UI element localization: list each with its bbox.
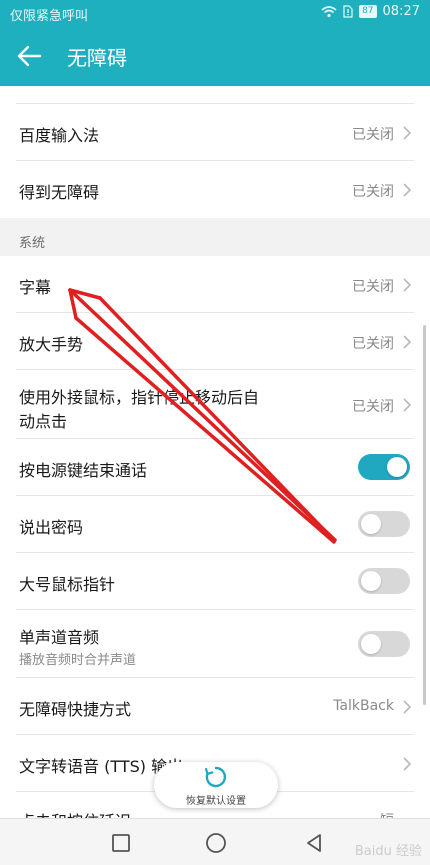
setting-label-line1: 使用外接鼠标，指针停止移动后自: [19, 388, 260, 407]
chevron-right-icon: [403, 700, 412, 714]
setting-status: 短: [380, 810, 394, 818]
setting-status: 已关闭: [352, 279, 394, 295]
toggle-knob: [387, 457, 407, 477]
setting-label: 按电源键结束通话: [19, 461, 148, 480]
setting-label: 字幕: [19, 278, 52, 297]
setting-label-line2: 动点击: [19, 412, 68, 431]
setting-label: 大号鼠标指针: [19, 575, 116, 594]
setting-magnify-gesture[interactable]: 放大手势 已关闭: [0, 313, 430, 370]
setting-power-end-call[interactable]: 按电源键结束通话: [0, 439, 430, 496]
list-top-edge: [0, 86, 430, 104]
setting-summary: 播放音频时合并声道: [19, 653, 137, 668]
setting-status: 已关闭: [352, 184, 394, 200]
chevron-right-icon: [403, 278, 412, 292]
setting-mouse-autoclick[interactable]: 使用外接鼠标，指针停止移动后自 动点击 已关闭: [0, 370, 430, 439]
setting-mono-audio[interactable]: 单声道音频 播放音频时合并声道: [0, 610, 430, 678]
toggle-switch-off[interactable]: [358, 511, 410, 537]
chevron-right-icon: [403, 398, 412, 412]
setting-status: 已关闭: [352, 336, 394, 352]
setting-label: 说出密码: [19, 518, 84, 537]
status-icons: 87 08:27: [321, 4, 420, 19]
section-title: 系统: [19, 236, 46, 251]
restore-icon: [204, 766, 227, 788]
setting-large-pointer[interactable]: 大号鼠标指针: [0, 553, 430, 610]
toggle-knob: [361, 514, 381, 534]
page-title: 无障碍: [67, 46, 127, 70]
restore-defaults-button[interactable]: 恢复默认设置: [154, 762, 278, 808]
setting-status: 已关闭: [352, 127, 394, 143]
setting-dedao[interactable]: 得到无障碍 已关闭: [0, 161, 430, 218]
toggle-knob: [361, 634, 381, 654]
toggle-switch-off[interactable]: [358, 568, 410, 594]
setting-label: 无障碍快捷方式: [19, 700, 132, 719]
setting-label: 点击和按住延迟: [19, 808, 131, 818]
setting-captions[interactable]: 字幕 已关闭: [0, 256, 430, 313]
toggle-knob: [361, 571, 381, 591]
toggle-switch-on[interactable]: [358, 454, 410, 480]
setting-accessibility-shortcut[interactable]: 无障碍快捷方式 TalkBack: [0, 678, 430, 735]
wifi-icon: [321, 5, 337, 17]
carrier-text: 仅限紧急呼叫: [10, 9, 89, 24]
home-circle-icon[interactable]: [204, 831, 228, 855]
setting-label: 百度输入法: [19, 126, 100, 145]
toggle-switch-off[interactable]: [358, 631, 410, 657]
setting-speak-passwords[interactable]: 说出密码: [0, 496, 430, 553]
scrollbar[interactable]: [423, 325, 426, 705]
setting-label: 单声道音频: [19, 628, 100, 647]
app-bar: 无障碍: [0, 26, 430, 86]
section-header-system: 系统: [0, 218, 430, 256]
sim-alert-icon: [343, 5, 353, 18]
watermark: Baidu 经验: [354, 844, 422, 859]
recents-square-icon[interactable]: [109, 831, 133, 855]
clock: 08:27: [382, 4, 420, 19]
status-bar: 仅限紧急呼叫 87 08:27: [0, 0, 430, 26]
setting-label: 放大手势: [19, 335, 84, 354]
chevron-right-icon: [403, 126, 412, 140]
back-triangle-icon[interactable]: [302, 831, 326, 855]
setting-baidu-ime[interactable]: 百度输入法 已关闭: [0, 104, 430, 161]
setting-status: 已关闭: [352, 399, 394, 415]
battery-icon: 87: [359, 5, 377, 18]
chevron-right-icon: [403, 757, 412, 771]
back-arrow-icon[interactable]: [14, 42, 46, 70]
setting-label: 得到无障碍: [19, 183, 100, 202]
restore-defaults-label: 恢复默认设置: [186, 796, 246, 807]
chevron-right-icon: [403, 335, 412, 349]
chevron-right-icon: [403, 183, 412, 197]
setting-status: TalkBack: [333, 698, 394, 714]
